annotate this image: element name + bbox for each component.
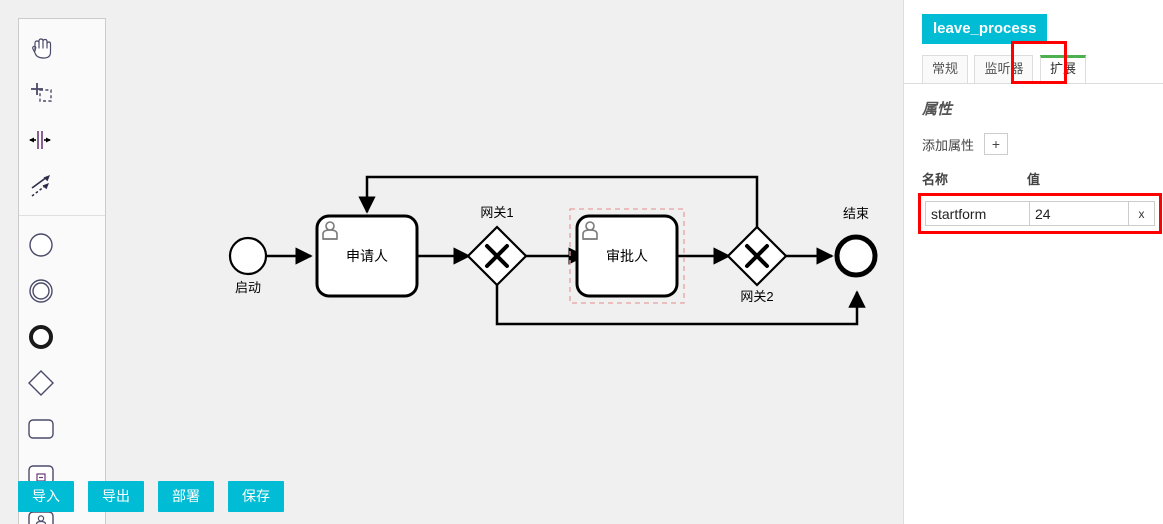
add-property-button[interactable]: + bbox=[984, 133, 1009, 155]
deploy-button[interactable]: 部署 bbox=[158, 481, 214, 512]
property-table-header: 名称 值 bbox=[922, 169, 1147, 188]
property-name-input[interactable] bbox=[925, 201, 1029, 226]
palette-tools-group bbox=[19, 25, 105, 209]
flow-gateway2-to-applicant-loop[interactable] bbox=[358, 175, 759, 227]
node-gateway-1[interactable]: 网关1 bbox=[466, 205, 528, 287]
node-end-event-label: 结束 bbox=[843, 206, 869, 221]
process-title-badge: leave_process bbox=[922, 14, 1048, 44]
task-icon[interactable] bbox=[19, 406, 63, 452]
node-start-event[interactable]: 启动 bbox=[228, 236, 268, 295]
space-tool-icon[interactable] bbox=[19, 117, 63, 163]
hand-tool-icon[interactable] bbox=[19, 25, 63, 71]
tab-extension[interactable]: 扩展 bbox=[1039, 55, 1086, 83]
properties-panel-body: 属性 添加属性 + 名称 值 x bbox=[904, 84, 1163, 234]
import-button[interactable]: 导入 bbox=[18, 481, 74, 512]
node-gateway-2[interactable]: 网关2 bbox=[726, 225, 788, 304]
column-header-name: 名称 bbox=[922, 172, 949, 187]
bpmn-palette[interactable] bbox=[18, 18, 106, 524]
column-header-value: 值 bbox=[1027, 172, 1041, 187]
node-task-approver-label: 审批人 bbox=[606, 248, 648, 264]
properties-section-heading: 属性 bbox=[922, 101, 953, 118]
bpmn-designer-app: 启动 申请人 网关1 审批人 网关2 结束 导入 导出 部署 保存 leave_… bbox=[0, 0, 1163, 524]
add-property-label: 添加属性 bbox=[922, 137, 975, 153]
node-gateway-2-label: 网关2 bbox=[740, 289, 773, 304]
property-row-highlight: x bbox=[918, 193, 1162, 234]
property-value-input[interactable] bbox=[1029, 201, 1129, 226]
end-event-icon[interactable] bbox=[19, 314, 63, 360]
add-property-row: 添加属性 + bbox=[922, 133, 1147, 155]
diagram-canvas[interactable]: 启动 申请人 网关1 审批人 网关2 结束 导入 导出 部署 保存 bbox=[0, 0, 903, 524]
properties-panel: leave_process 常规 监听器 扩展 属性 添加属性 + 名称 值 x bbox=[903, 0, 1163, 524]
table-row: x bbox=[925, 201, 1155, 226]
properties-tabs: 常规 监听器 扩展 bbox=[904, 54, 1163, 84]
flow-gateway1-to-end-loop[interactable] bbox=[495, 285, 866, 326]
palette-shapes-group bbox=[19, 215, 105, 524]
node-gateway-1-label: 网关1 bbox=[480, 205, 513, 220]
lasso-tool-icon[interactable] bbox=[19, 71, 63, 117]
node-task-applicant[interactable]: 申请人 bbox=[315, 214, 419, 298]
node-start-event-label: 启动 bbox=[235, 280, 261, 295]
tab-general[interactable]: 常规 bbox=[922, 55, 969, 83]
action-toolbar: 导入 导出 部署 保存 bbox=[18, 481, 284, 512]
export-button[interactable]: 导出 bbox=[88, 481, 144, 512]
intermediate-event-icon[interactable] bbox=[19, 268, 63, 314]
bpmn-diagram: 启动 申请人 网关1 审批人 网关2 结束 bbox=[228, 175, 878, 326]
property-delete-button[interactable]: x bbox=[1129, 201, 1155, 226]
tab-listener[interactable]: 监听器 bbox=[974, 55, 1034, 83]
node-end-event[interactable]: 结束 bbox=[834, 206, 878, 278]
save-button[interactable]: 保存 bbox=[228, 481, 284, 512]
global-connect-tool-icon[interactable] bbox=[19, 163, 63, 209]
node-task-applicant-label: 申请人 bbox=[346, 248, 388, 264]
node-task-approver[interactable]: 审批人 bbox=[569, 208, 685, 304]
start-event-icon[interactable] bbox=[19, 222, 63, 268]
exclusive-gateway-icon[interactable] bbox=[19, 360, 63, 406]
